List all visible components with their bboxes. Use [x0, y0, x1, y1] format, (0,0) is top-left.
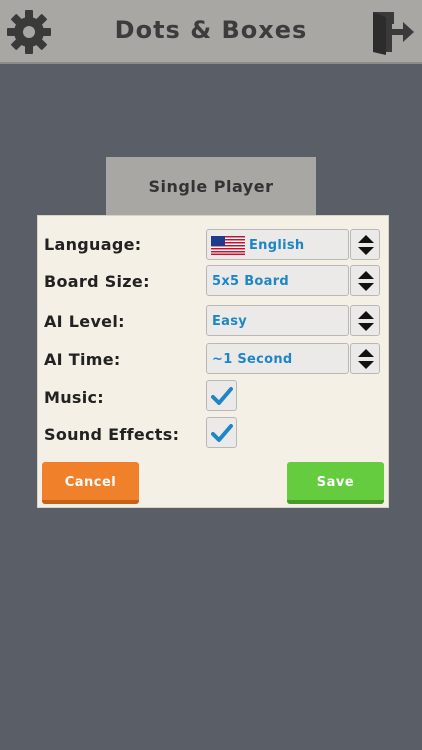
single-player-button[interactable]: Single Player — [106, 157, 316, 219]
board-size-label: Board Size: — [44, 272, 150, 291]
language-label: Language: — [44, 235, 142, 254]
ai-level-select[interactable]: Easy — [206, 305, 349, 336]
board-size-value: 5x5 Board — [212, 274, 290, 289]
ai-time-select[interactable]: ~1 Second — [206, 343, 349, 374]
music-checkbox[interactable] — [206, 380, 237, 411]
exit-door-icon[interactable] — [370, 8, 416, 56]
save-button[interactable]: Save — [287, 462, 384, 504]
language-stepper[interactable] — [350, 229, 380, 260]
up-down-arrows-icon — [358, 271, 374, 291]
ai-level-label: AI Level: — [44, 312, 125, 331]
us-flag-icon — [211, 236, 245, 255]
up-down-arrows-icon — [358, 235, 374, 255]
up-down-arrows-icon — [358, 311, 374, 331]
ai-time-label: AI Time: — [44, 350, 121, 369]
board-size-stepper[interactable] — [350, 265, 380, 296]
board-size-select[interactable]: 5x5 Board — [206, 265, 349, 296]
app-title: Dots & Boxes — [114, 16, 308, 44]
music-label: Music: — [44, 388, 105, 407]
ai-level-value: Easy — [212, 314, 248, 329]
ai-time-value: ~1 Second — [212, 352, 293, 367]
checkmark-icon — [211, 424, 233, 442]
top-bar: Dots & Boxes — [0, 0, 422, 64]
sound-effects-checkbox[interactable] — [206, 417, 237, 448]
ai-level-stepper[interactable] — [350, 305, 380, 336]
sound-effects-label: Sound Effects: — [44, 425, 180, 444]
checkmark-icon — [211, 387, 233, 405]
up-down-arrows-icon — [358, 349, 374, 369]
settings-dialog: Language: English Board Size: 5x5 Board … — [37, 215, 389, 508]
language-value: English — [249, 238, 305, 253]
cancel-button[interactable]: Cancel — [42, 462, 139, 504]
language-select[interactable]: English — [206, 229, 349, 260]
ai-time-stepper[interactable] — [350, 343, 380, 374]
